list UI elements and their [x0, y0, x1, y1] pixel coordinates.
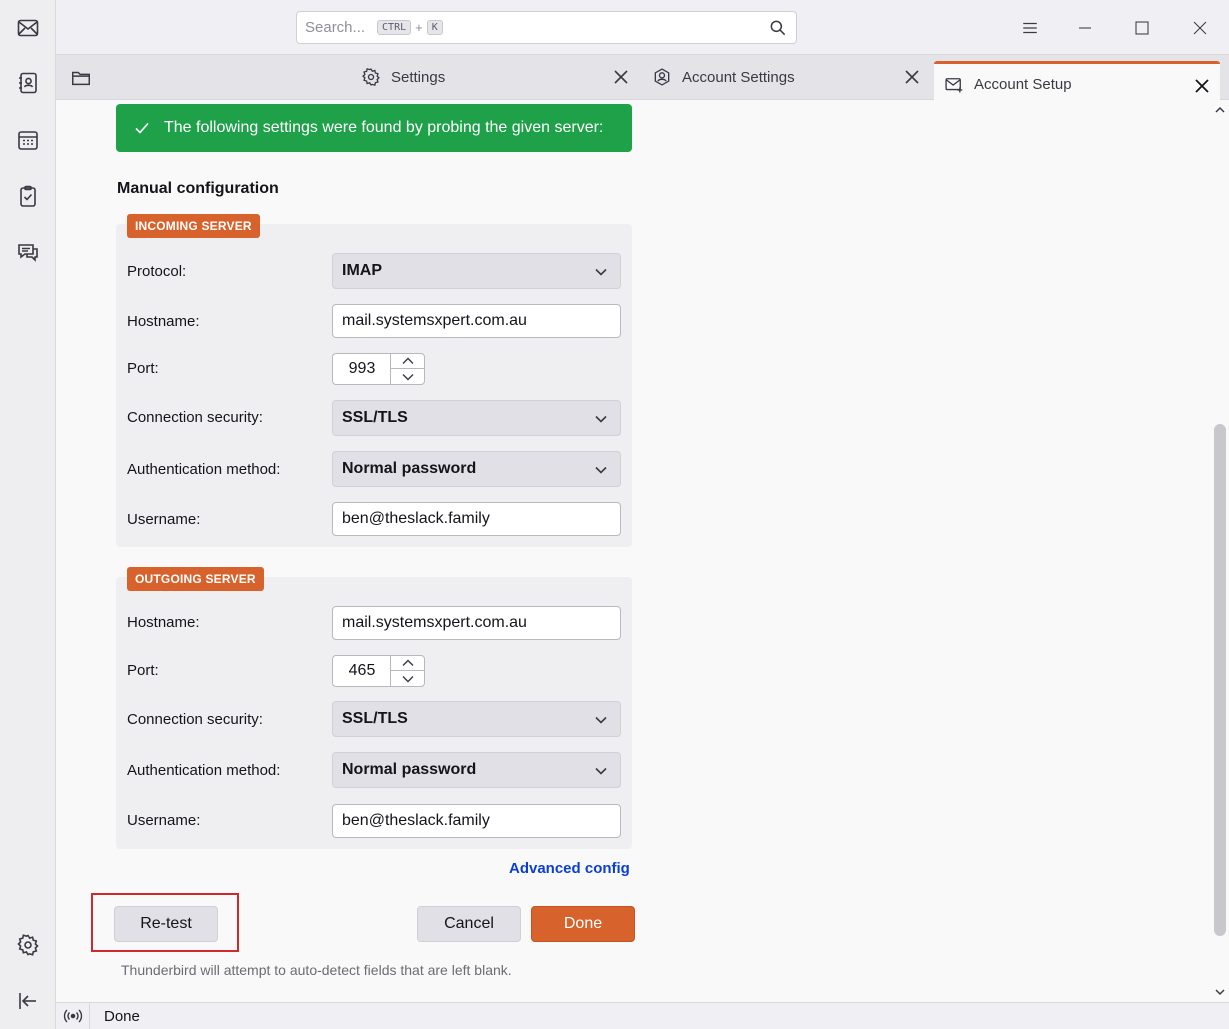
advanced-config-link[interactable]: Advanced config — [509, 860, 630, 877]
incoming-protocol-select[interactable]: IMAP — [332, 253, 621, 289]
vertical-scrollbar[interactable] — [1210, 100, 1229, 1002]
calendar-icon[interactable] — [12, 124, 44, 156]
address-book-icon[interactable] — [12, 67, 44, 99]
close-icon[interactable] — [1194, 78, 1210, 94]
chevron-down-icon — [595, 466, 607, 474]
connection-security-label: Connection security: — [127, 711, 263, 728]
notice-text: The following settings were found by pro… — [164, 119, 604, 136]
outgoing-username-field[interactable]: ben@theslack.family — [332, 804, 621, 838]
chevron-down-icon — [595, 268, 607, 276]
highlight-box — [91, 893, 239, 952]
mail-add-icon — [945, 77, 963, 92]
outgoing-hostname-field[interactable]: mail.systemsxpert.com.au — [332, 606, 621, 640]
select-value: SSL/TLS — [342, 710, 408, 727]
tab-account-settings[interactable]: Account Settings — [652, 55, 930, 99]
hostname-label: Hostname: — [127, 614, 200, 631]
app-menu-icon[interactable] — [1016, 14, 1044, 42]
shortcut-plus: + — [415, 20, 423, 35]
outgoing-auth-select[interactable]: Normal password — [332, 752, 621, 788]
minimize-icon[interactable] — [1071, 14, 1099, 42]
select-value: IMAP — [342, 262, 382, 279]
auth-method-label: Authentication method: — [127, 461, 281, 478]
incoming-port-stepper[interactable]: 993 — [332, 353, 425, 385]
shortcut-key-ctrl: CTRL — [377, 20, 412, 35]
incoming-server-badge: INCOMING SERVER — [127, 214, 260, 238]
auth-method-label: Authentication method: — [127, 762, 281, 779]
chat-icon[interactable] — [12, 236, 44, 268]
status-bar: Done — [56, 1002, 1229, 1029]
close-icon[interactable] — [613, 69, 629, 85]
tab-settings[interactable]: Settings — [361, 55, 639, 99]
spaces-toolbar — [0, 0, 56, 1029]
autodetect-hint: Thunderbird will attempt to auto-detect … — [121, 962, 512, 978]
hostname-label: Hostname: — [127, 313, 200, 330]
incoming-security-select[interactable]: SSL/TLS — [332, 400, 621, 436]
shortcut-key-k: K — [426, 20, 443, 35]
settings-gear-icon[interactable] — [12, 929, 44, 961]
username-label: Username: — [127, 511, 201, 528]
tab-bar: Settings Account Settings Account Setup — [56, 55, 1229, 105]
chevron-down-icon — [595, 716, 607, 724]
status-text: Done — [104, 1007, 140, 1025]
title-bar: Search... CTRL + K — [56, 0, 1229, 55]
scroll-down-icon[interactable] — [1214, 986, 1226, 998]
gear-icon — [362, 67, 380, 87]
close-icon[interactable] — [904, 69, 920, 85]
port-value[interactable]: 465 — [333, 656, 391, 686]
account-setup-content: The following settings were found by pro… — [56, 100, 1210, 1002]
incoming-username-field[interactable]: ben@theslack.family — [332, 502, 621, 536]
chevron-down-icon — [595, 767, 607, 775]
close-window-icon[interactable] — [1186, 14, 1214, 42]
port-label: Port: — [127, 360, 159, 377]
done-button[interactable]: Done — [531, 906, 635, 942]
tab-label: Account Setup — [974, 76, 1072, 93]
port-value[interactable]: 993 — [333, 354, 391, 384]
connection-security-label: Connection security: — [127, 409, 263, 426]
port-spinner — [390, 354, 424, 384]
protocol-label: Protocol: — [127, 263, 187, 280]
incoming-auth-select[interactable]: Normal password — [332, 451, 621, 487]
tab-label: Account Settings — [682, 68, 795, 86]
checkmark-icon — [135, 122, 149, 134]
collapse-spaces-icon[interactable] — [12, 985, 44, 1017]
port-spinner — [390, 656, 424, 686]
mail-icon[interactable] — [12, 12, 44, 44]
section-title: Manual configuration — [117, 180, 279, 197]
port-label: Port: — [127, 662, 159, 679]
success-notice: The following settings were found by pro… — [116, 104, 632, 152]
spin-up-icon[interactable] — [391, 656, 424, 671]
select-value: Normal password — [342, 460, 477, 477]
outgoing-server-badge: OUTGOING SERVER — [127, 567, 264, 591]
search-icon[interactable] — [768, 18, 788, 38]
account-icon — [654, 68, 670, 86]
outgoing-security-select[interactable]: SSL/TLS — [332, 701, 621, 737]
cancel-button[interactable]: Cancel — [417, 906, 521, 942]
select-value: Normal password — [342, 761, 477, 778]
spin-down-icon[interactable] — [391, 671, 424, 686]
username-label: Username: — [127, 812, 201, 829]
scroll-thumb[interactable] — [1214, 424, 1226, 936]
incoming-hostname-field[interactable]: mail.systemsxpert.com.au — [332, 304, 621, 338]
maximize-icon[interactable] — [1128, 14, 1156, 42]
online-status-icon[interactable] — [56, 1002, 90, 1029]
tab-account-setup[interactable]: Account Setup — [934, 61, 1220, 105]
search-input[interactable]: Search... CTRL + K — [296, 11, 797, 44]
select-value: SSL/TLS — [342, 409, 408, 426]
tab-label: Settings — [391, 68, 446, 86]
search-placeholder: Search... — [305, 19, 366, 36]
outgoing-port-stepper[interactable]: 465 — [332, 655, 425, 687]
spin-up-icon[interactable] — [391, 354, 424, 369]
scroll-up-icon[interactable] — [1214, 104, 1226, 116]
tasks-icon[interactable] — [12, 180, 44, 212]
chevron-down-icon — [595, 415, 607, 423]
spin-down-icon[interactable] — [391, 369, 424, 384]
folder-icon[interactable] — [70, 67, 92, 89]
